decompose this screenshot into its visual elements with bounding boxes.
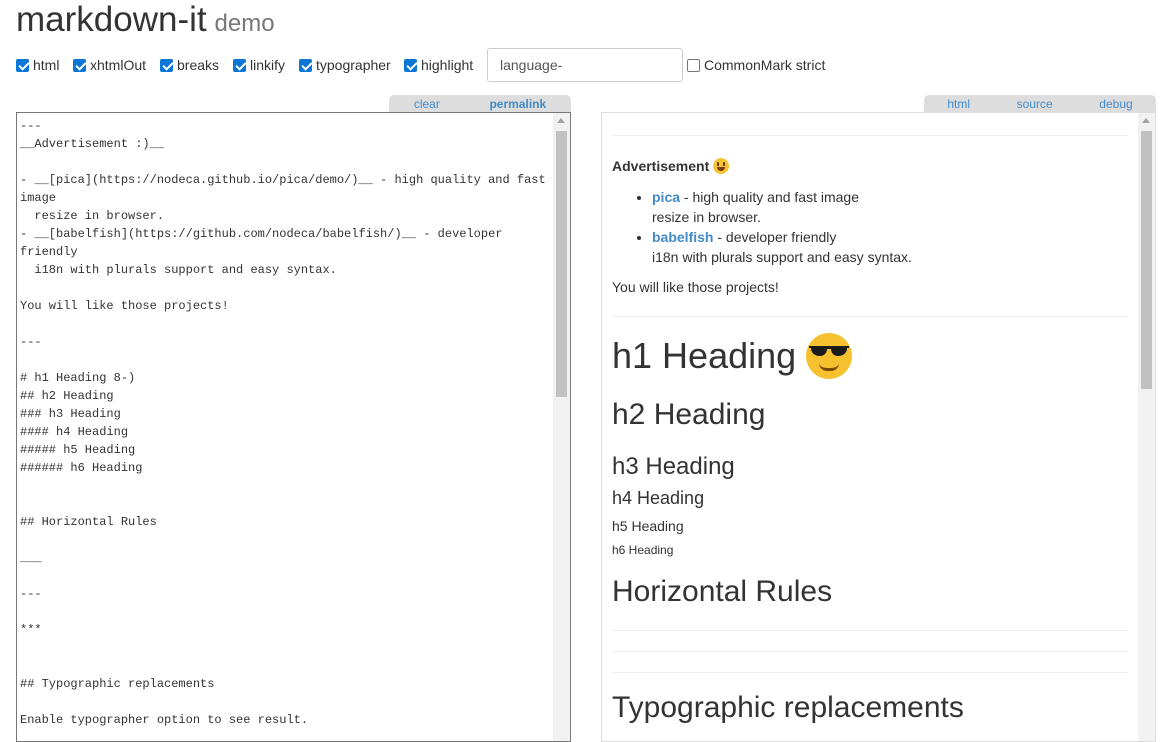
- option-linkify[interactable]: linkify: [233, 57, 285, 73]
- html-checkbox[interactable]: [16, 58, 29, 72]
- advertisement-text: Advertisement: [612, 158, 710, 174]
- commonmark-checkbox[interactable]: [687, 58, 700, 72]
- page-title: markdown-it demo: [16, 0, 275, 40]
- pica-desc-line2: resize in browser.: [652, 209, 761, 225]
- html-label: html: [33, 57, 60, 73]
- highlight-label: highlight: [421, 57, 474, 73]
- hr-after-ad: [612, 316, 1128, 317]
- option-commonmark[interactable]: CommonMark strict: [687, 57, 825, 73]
- tab-debug[interactable]: debug: [1099, 97, 1132, 111]
- result-preview: Advertisement pica - high quality and fa…: [601, 112, 1156, 742]
- hr-2: [612, 651, 1128, 652]
- tab-html[interactable]: html: [947, 97, 970, 111]
- linkify-checkbox[interactable]: [233, 58, 246, 72]
- option-xhtmlout[interactable]: xhtmlOut: [73, 57, 146, 73]
- linkify-label: linkify: [250, 57, 286, 73]
- hr-top: [612, 135, 1128, 136]
- h2-heading: h2 Heading: [612, 398, 766, 431]
- advertisement-heading: Advertisement: [612, 158, 730, 174]
- scroll-up-arrow-icon[interactable]: [557, 118, 565, 123]
- source-tabbar: clear permalink: [389, 95, 571, 112]
- babelfish-desc: - developer friendly: [713, 229, 837, 245]
- language-prefix-input[interactable]: [487, 48, 683, 82]
- result-tabbar: html source debug: [924, 95, 1156, 112]
- highlight-checkbox[interactable]: [404, 58, 417, 72]
- smiley-emoji-icon: [713, 158, 730, 174]
- options-bar: html xhtmlOut breaks linkify typographer…: [16, 48, 1156, 82]
- option-html[interactable]: html: [16, 57, 59, 73]
- xhtmlout-checkbox[interactable]: [73, 58, 86, 72]
- tab-source[interactable]: source: [1017, 97, 1053, 111]
- app-title: markdown-it: [16, 0, 207, 39]
- result-scroll-thumb[interactable]: [1141, 131, 1152, 389]
- breaks-checkbox[interactable]: [160, 58, 173, 72]
- babelfish-link[interactable]: babelfish: [652, 229, 713, 245]
- projects-paragraph: You will like those projects!: [612, 279, 779, 295]
- option-highlight[interactable]: highlight: [404, 57, 473, 73]
- pica-link[interactable]: pica: [652, 189, 680, 205]
- list-item: babelfish - developer friendly i18n with…: [652, 227, 1128, 267]
- source-scroll-thumb[interactable]: [556, 131, 567, 397]
- h5-heading: h5 Heading: [612, 518, 684, 534]
- pica-desc: - high quality and fast image: [680, 189, 860, 205]
- hr-3: [612, 672, 1128, 673]
- commonmark-label: CommonMark strict: [704, 57, 826, 73]
- xhtmlout-label: xhtmlOut: [90, 57, 147, 73]
- hr-1: [612, 630, 1128, 631]
- h1-heading: h1 Heading: [612, 333, 853, 379]
- breaks-label: breaks: [177, 57, 220, 73]
- h1-text: h1 Heading: [612, 335, 797, 376]
- h6-heading: h6 Heading: [612, 543, 674, 557]
- source-textarea[interactable]: --- __Advertisement :)__ - __[pica](http…: [20, 117, 550, 729]
- babelfish-desc-line2: i18n with plurals support and easy synta…: [652, 249, 912, 265]
- h4-heading: h4 Heading: [612, 488, 705, 508]
- ad-list: pica - high quality and fast image resiz…: [612, 187, 1128, 267]
- app-subtitle: demo: [214, 10, 275, 37]
- scroll-up-arrow-icon[interactable]: [1142, 118, 1150, 123]
- clear-link[interactable]: clear: [414, 97, 440, 111]
- option-typographer[interactable]: typographer: [299, 57, 391, 73]
- permalink-link[interactable]: permalink: [489, 97, 546, 111]
- typographer-label: typographer: [316, 57, 391, 73]
- list-item: pica - high quality and fast image resiz…: [652, 187, 1128, 227]
- typographic-heading: Typographic replacements: [612, 691, 964, 724]
- result-scrollbar[interactable]: [1138, 113, 1155, 741]
- option-breaks[interactable]: breaks: [160, 57, 219, 73]
- h3-heading: h3 Heading: [612, 453, 735, 480]
- typographer-checkbox[interactable]: [299, 58, 312, 72]
- source-scrollbar[interactable]: [553, 113, 570, 741]
- sunglasses-emoji-icon: [806, 333, 853, 379]
- horizontal-rules-heading: Horizontal Rules: [612, 575, 833, 608]
- source-editor[interactable]: --- __Advertisement :)__ - __[pica](http…: [16, 112, 571, 742]
